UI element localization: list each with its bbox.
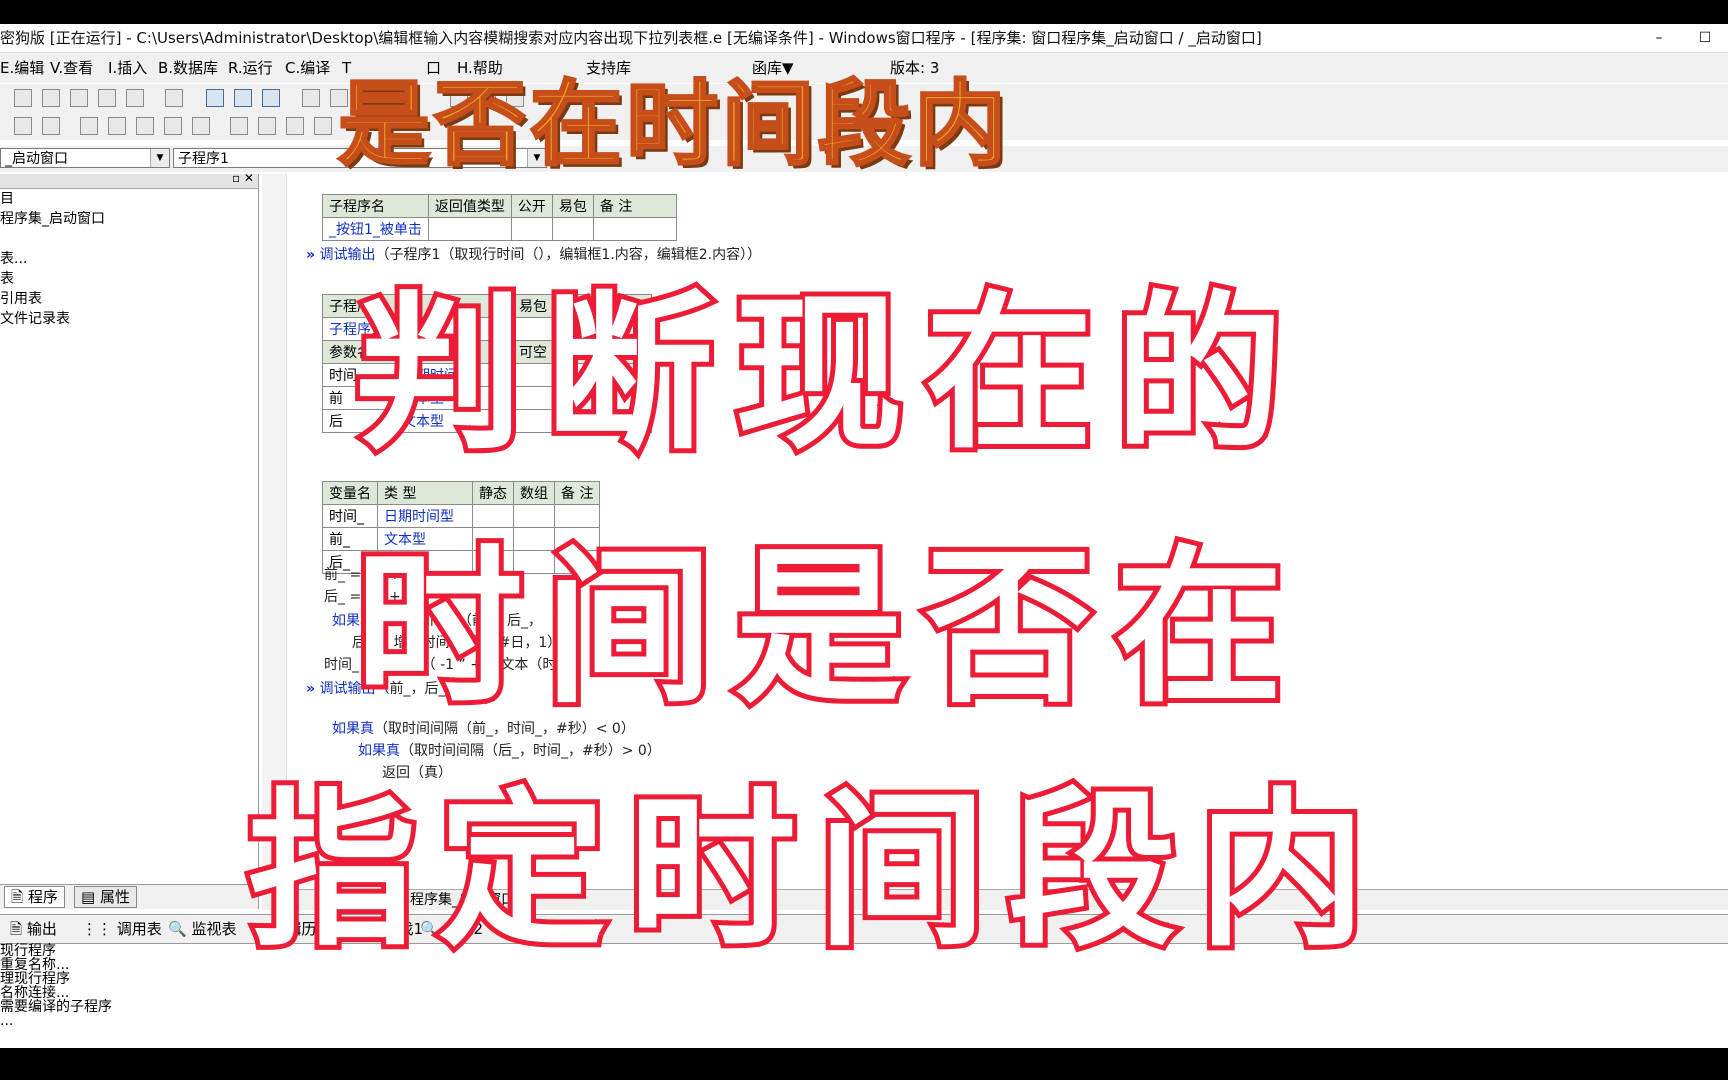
tab-output[interactable]: 🗎 输出 (10, 918, 57, 940)
space-v-icon[interactable] (192, 117, 210, 135)
tree-item[interactable]: 程序集_启动窗口 (0, 209, 258, 229)
col-sub-name: 子程序名 (322, 194, 429, 218)
window-controls: – ☐ (1636, 24, 1728, 52)
col-notes: 备 注 (592, 194, 677, 218)
tab-watch[interactable]: 🔍 监视表 (168, 918, 236, 940)
same-height-icon[interactable] (258, 117, 276, 135)
run-icon[interactable] (302, 89, 320, 107)
project-tree: 目 程序集_启动窗口 表... 表 引用表 文件记录表 (0, 189, 258, 329)
col-easy-pkg: 易包 (551, 194, 594, 218)
menu-insert[interactable]: I.插入 (108, 53, 147, 83)
overlay-caption-line2: 时间是否在 (350, 525, 1305, 731)
col-return-type: 返回值类型 (427, 194, 512, 218)
tab-properties[interactable]: ▤ 属性 (74, 886, 137, 908)
align-middle-icon[interactable] (108, 117, 126, 135)
tree-item[interactable]: 目 (0, 189, 258, 209)
output-line: 名称连接... (0, 985, 70, 1001)
menu-run[interactable]: R.运行 (228, 53, 273, 83)
tree-item[interactable] (0, 229, 258, 249)
minimize-button[interactable]: – (1636, 24, 1682, 52)
layout3-icon[interactable] (262, 89, 280, 107)
tree-item[interactable]: 表... (0, 249, 258, 269)
same-size-icon[interactable] (286, 117, 304, 135)
title-bar: 密狗版 [正在运行] - C:\Users\Administrator\Desk… (0, 24, 1728, 53)
output-line: ... (0, 1013, 14, 1029)
close-icon[interactable]: ▫ ✕ (232, 171, 254, 185)
tab-call-table[interactable]: ⋮⋮ 调用表 (82, 918, 162, 940)
tree-item[interactable]: 引用表 (0, 289, 258, 309)
tab-call-table-label: 调用表 (116, 920, 162, 938)
align-center-icon[interactable] (80, 117, 98, 135)
chevron-down-icon[interactable]: ▼ (150, 149, 169, 167)
menu-view[interactable]: V.查看 (50, 53, 93, 83)
tree-item[interactable]: 表 (0, 269, 258, 289)
col-public: 公开 (510, 194, 553, 218)
overlay-caption-line1: 判断现在的 (350, 271, 1305, 477)
copy-icon[interactable] (42, 89, 60, 107)
menu-edit[interactable]: E.编辑 (0, 53, 44, 83)
space-h-icon[interactable] (164, 117, 182, 135)
tab-program[interactable]: 🗎 程序 (4, 886, 65, 908)
layout2-icon[interactable] (234, 89, 252, 107)
window-title: 密狗版 [正在运行] - C:\Users\Administrator\Desk… (0, 29, 1262, 47)
paste-icon[interactable] (70, 89, 88, 107)
panel-header: ▫ ✕ (0, 171, 258, 189)
window-combo-value: _启动窗口 (5, 151, 68, 167)
align-left-icon[interactable] (14, 117, 32, 135)
redo-icon[interactable] (98, 89, 116, 107)
window-combo[interactable]: _启动窗口 ▼ (0, 148, 170, 168)
tab-program-label: 程序 (27, 888, 58, 906)
overlay-title: 是否在时间段内 (336, 70, 1011, 180)
tree-item[interactable]: 文件记录表 (0, 309, 258, 329)
menu-compile[interactable]: C.编译 (285, 53, 330, 83)
sub-combo-value: 子程序1 (178, 151, 229, 167)
undo-icon[interactable] (126, 89, 144, 107)
output-line: 需要编译的子程序 (0, 999, 112, 1015)
align-top-icon[interactable] (136, 117, 154, 135)
tab-watch-label: 监视表 (191, 920, 237, 938)
layout1-icon[interactable] (206, 89, 224, 107)
align-right-icon[interactable] (42, 117, 60, 135)
subroutine-table: 子程序名 返回值类型 公开 易包 备 注 _按钮1_被单击 (322, 194, 677, 241)
center-form-icon[interactable] (314, 117, 332, 135)
left-panel: ▫ ✕ 目 程序集_启动窗口 表... 表 引用表 文件记录表 🗎 程序 ▤ 属… (0, 171, 259, 909)
tab-output-label: 输出 (26, 920, 57, 938)
overlay-caption-line3: 指定时间段内 (243, 768, 1388, 974)
find-icon[interactable] (165, 89, 183, 107)
tab-properties-label: 属性 (99, 888, 130, 906)
arrow-icon: » (306, 681, 316, 697)
arrow-icon: » (306, 247, 316, 263)
same-width-icon[interactable] (230, 117, 248, 135)
menu-database[interactable]: B.数据库 (158, 53, 218, 83)
panel-tabs: 🗎 程序 ▤ 属性 (0, 884, 258, 909)
maximize-button[interactable]: ☐ (1682, 24, 1728, 52)
cut-icon[interactable] (14, 89, 32, 107)
